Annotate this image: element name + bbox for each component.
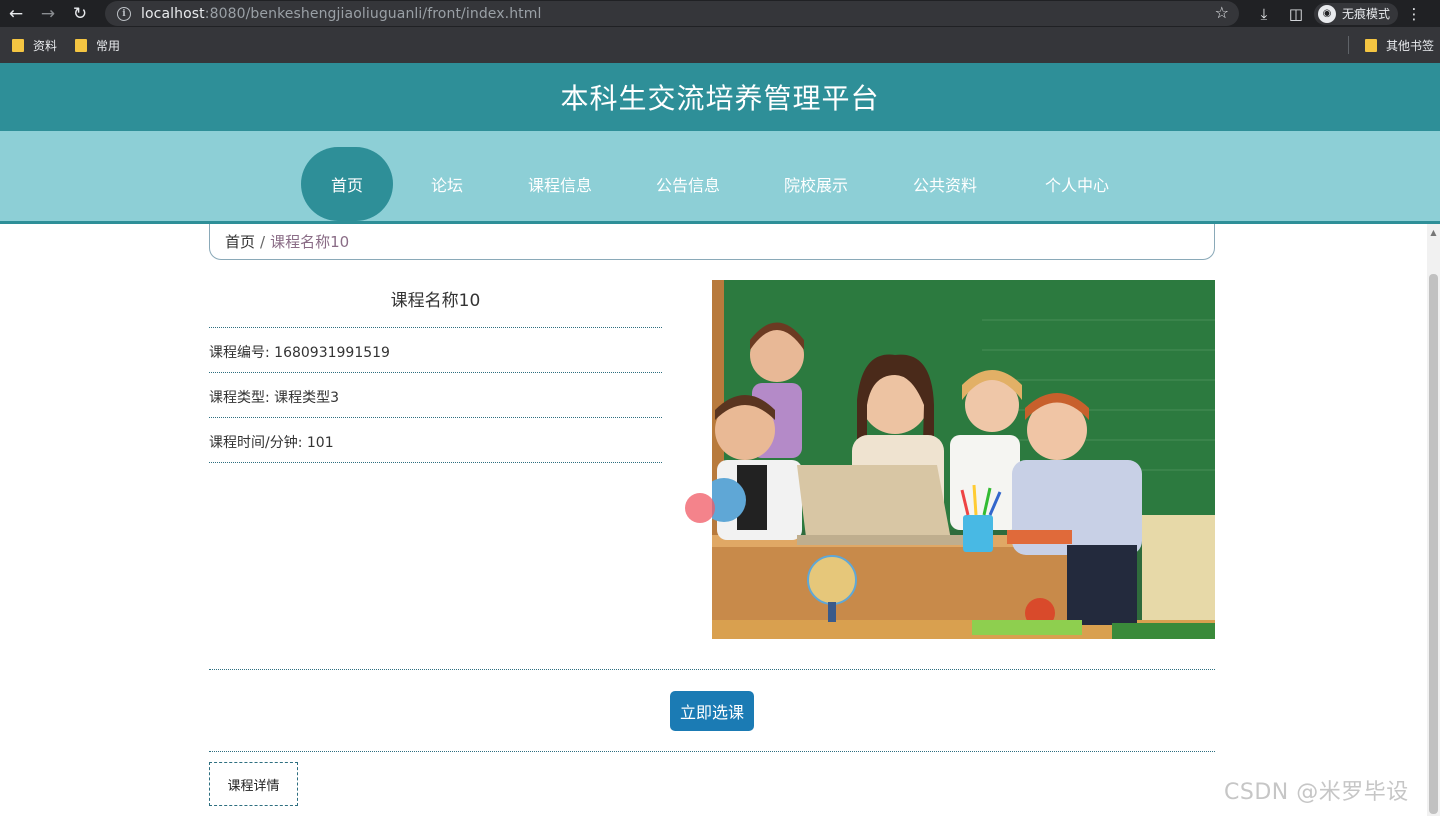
course-type-row: 课程类型: 课程类型3 <box>209 390 340 406</box>
bookmark-label: 常用 <box>96 38 121 53</box>
reload-icon[interactable]: ↻ <box>64 0 96 27</box>
breadcrumb-current: 课程名称10 <box>270 233 350 251</box>
site-header: 本科生交流培养管理平台 <box>0 63 1440 131</box>
incognito-badge[interactable]: ◉ 无痕模式 <box>1314 2 1399 25</box>
url-host: localhost <box>141 5 205 22</box>
folder-icon <box>75 38 88 52</box>
nav-public-resources[interactable]: 公共资料 <box>900 147 990 221</box>
address-bar[interactable]: i localhost:8080/benkeshengjiaoliuguanli… <box>105 1 1239 26</box>
site-info-icon[interactable]: i <box>117 6 131 21</box>
browser-right-tools: ⤓ ◫ ◉ 无痕模式 ⋮ <box>1248 0 1430 27</box>
download-icon[interactable]: ⤓ <box>1248 0 1280 27</box>
other-bookmarks-label: 其他书签 <box>1385 38 1434 53</box>
nav-forum[interactable]: 论坛 <box>414 147 480 221</box>
bookmark-folder-changyong[interactable]: 常用 <box>75 37 120 54</box>
folder-icon <box>12 38 24 52</box>
course-duration-row: 课程时间/分钟: 101 <box>209 435 334 451</box>
side-panel-icon[interactable]: ◫ <box>1280 0 1312 27</box>
section-divider <box>209 669 1215 670</box>
breadcrumb-home[interactable]: 首页 <box>225 231 255 252</box>
url-path: :8080/benkeshengjiaoliuguanli/front/inde… <box>204 5 542 22</box>
nav-home[interactable]: 首页 <box>301 147 393 221</box>
nav-course-info[interactable]: 课程信息 <box>515 147 605 221</box>
browser-toolbar: ← → ↻ i localhost:8080/benkeshengjiaoliu… <box>0 0 1440 27</box>
course-image <box>712 280 1215 639</box>
folder-icon <box>1364 38 1377 52</box>
course-title: 课程名称10 <box>390 291 481 311</box>
bookmarks-bar: 资料 常用 其他书签 <box>0 27 1440 63</box>
divider <box>209 417 662 418</box>
bookmarks-divider <box>1348 36 1349 54</box>
cursor-highlight <box>685 493 715 523</box>
main-nav: 首页 论坛 课程信息 公告信息 院校展示 公共资料 个人中心 <box>0 131 1440 224</box>
incognito-icon: ◉ <box>1318 4 1336 23</box>
scroll-up-icon[interactable]: ▲ <box>1427 228 1440 238</box>
divider <box>209 327 662 328</box>
url-text: localhost:8080/benkeshengjiaoliuguanli/f… <box>141 6 542 22</box>
nav-personal-center[interactable]: 个人中心 <box>1032 147 1122 221</box>
course-number-row: 课程编号: 1680931991519 <box>209 345 390 361</box>
enroll-button[interactable]: 立即选课 <box>670 691 754 731</box>
tab-course-details[interactable]: 课程详情 <box>209 762 298 806</box>
bookmark-label: 资料 <box>33 38 58 53</box>
nav-announcements[interactable]: 公告信息 <box>643 147 733 221</box>
course-image-illustration <box>712 280 1215 639</box>
breadcrumb: 首页 / 课程名称10 <box>209 224 1215 260</box>
breadcrumb-separator: / <box>260 232 266 251</box>
divider <box>209 462 662 463</box>
bookmark-star-icon[interactable]: ☆ <box>1215 3 1229 22</box>
section-divider <box>209 751 1215 752</box>
nav-schools[interactable]: 院校展示 <box>771 147 861 221</box>
watermark: CSDN @米罗毕设 <box>1224 780 1409 805</box>
incognito-label: 无痕模式 <box>1342 7 1391 21</box>
back-icon[interactable]: ← <box>0 0 32 27</box>
page-scrollbar[interactable]: ▲ <box>1427 224 1440 816</box>
bookmark-folder-ziliao[interactable]: 资料 <box>12 37 57 54</box>
other-bookmarks[interactable]: 其他书签 <box>1364 27 1434 63</box>
forward-icon[interactable]: → <box>32 0 64 27</box>
scroll-thumb[interactable] <box>1429 274 1438 814</box>
menu-kebab-icon[interactable]: ⋮ <box>1398 0 1430 27</box>
divider <box>209 372 662 373</box>
site-title: 本科生交流培养管理平台 <box>560 82 880 115</box>
